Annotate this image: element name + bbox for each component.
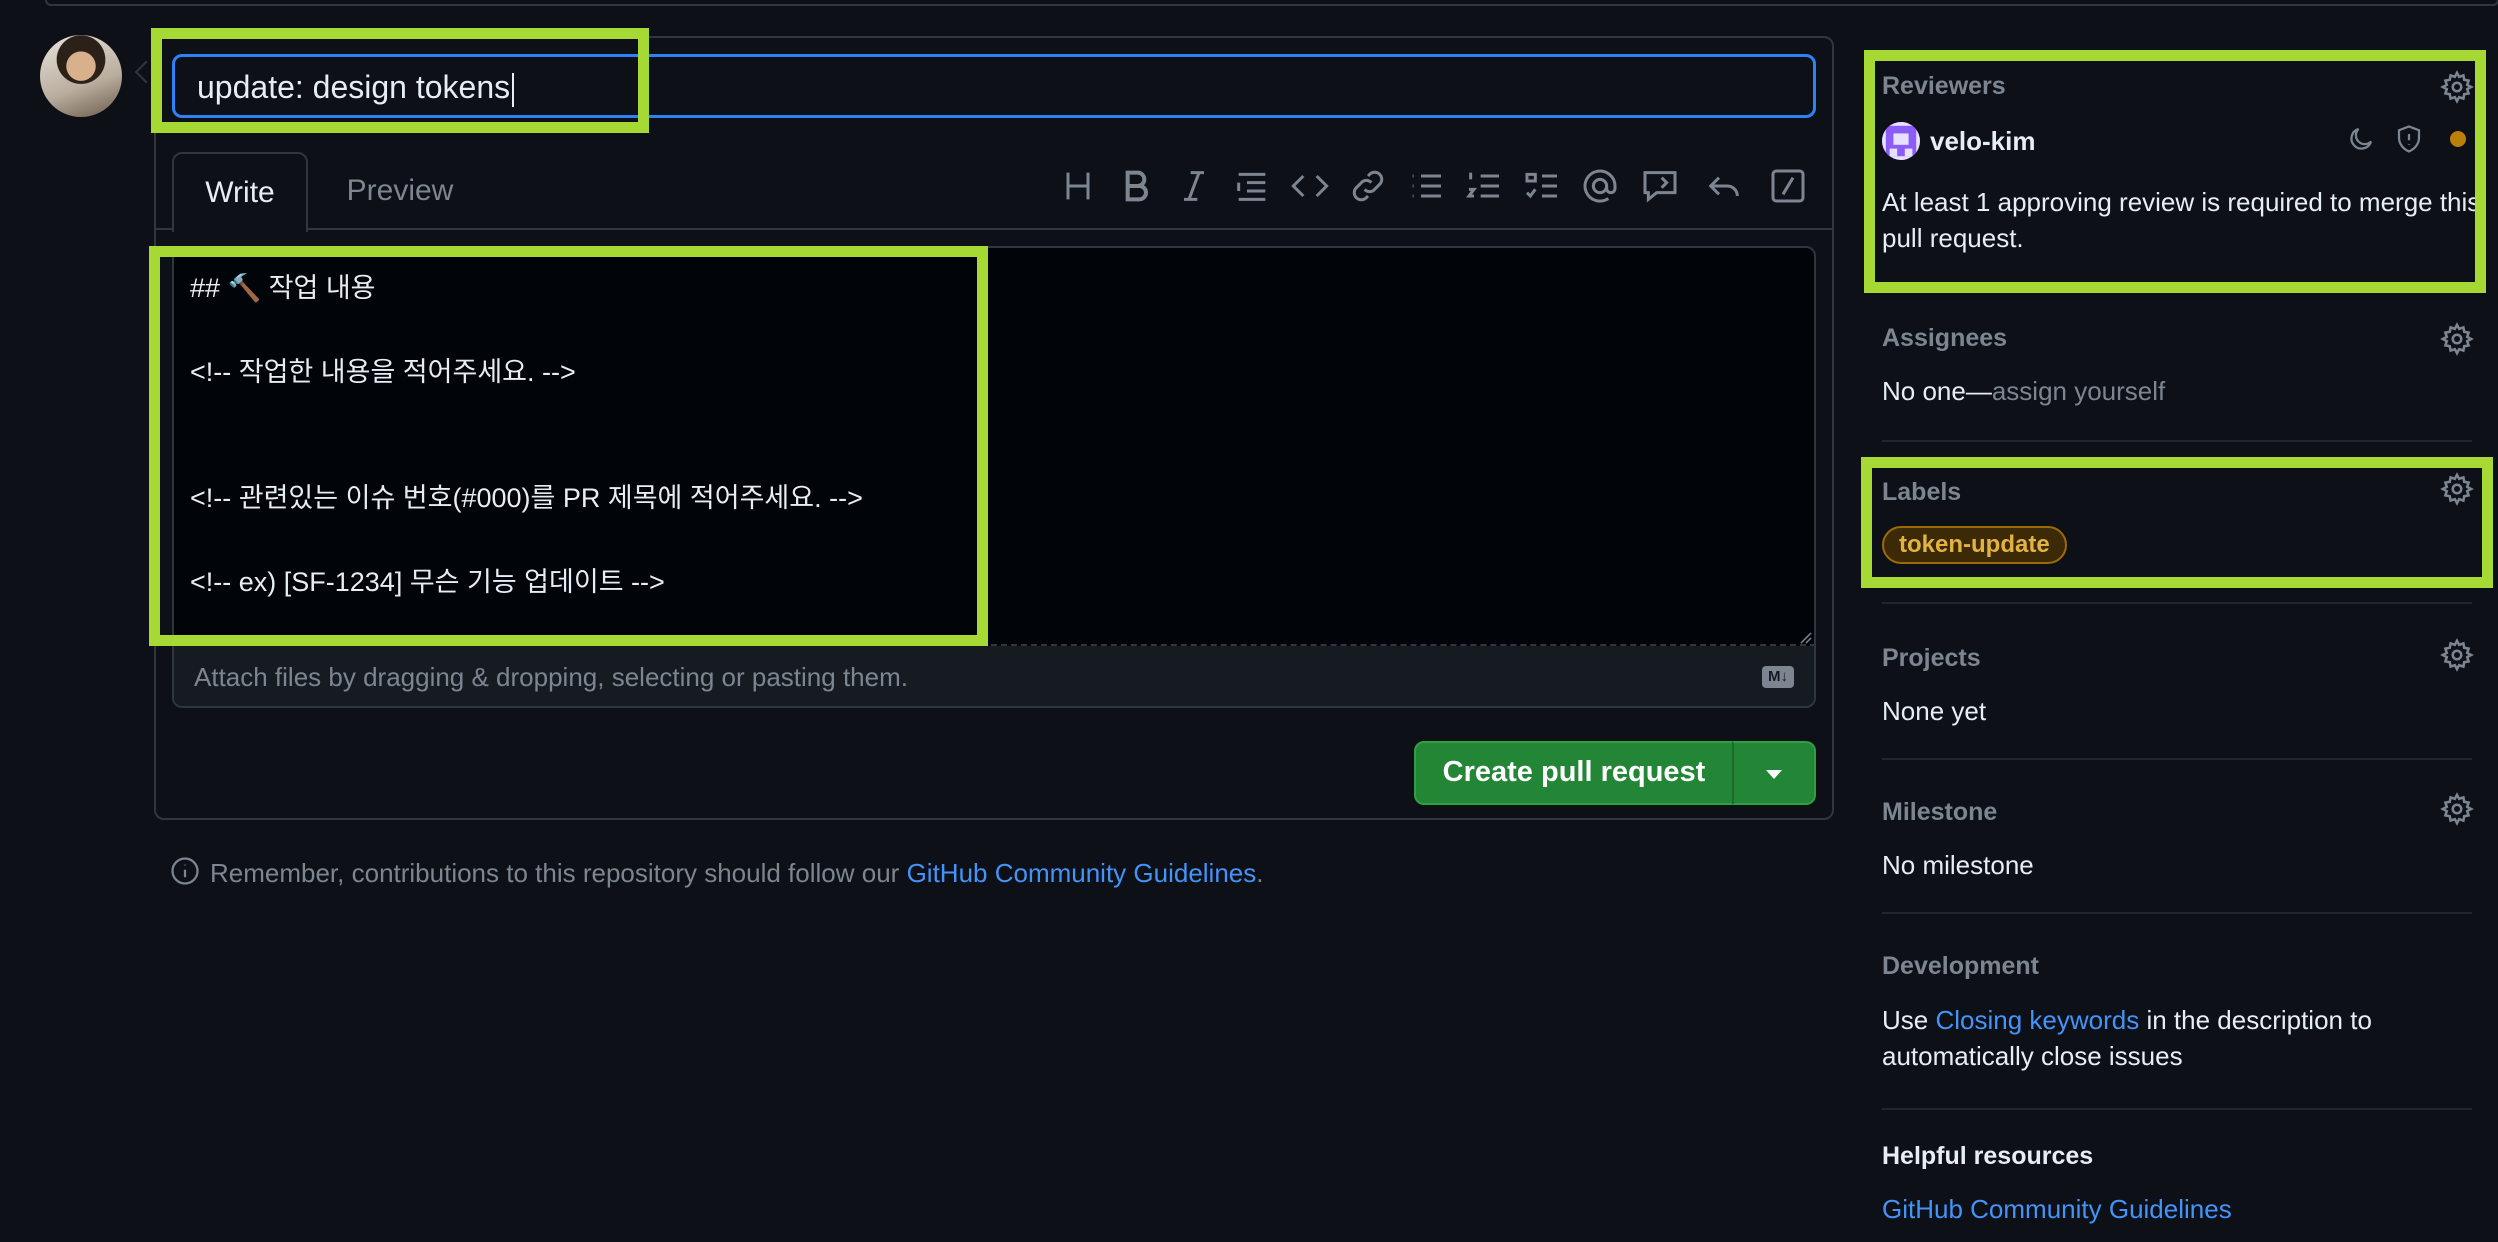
sidebar-divider — [1882, 758, 2472, 760]
create-pr-dropdown-button[interactable] — [1732, 741, 1816, 805]
reply-icon[interactable] — [1704, 166, 1748, 210]
moon-icon — [2346, 124, 2376, 154]
task-list-icon[interactable] — [1522, 166, 1566, 210]
tab-write[interactable]: Write — [172, 152, 308, 232]
assignees-heading[interactable]: Assignees — [1882, 324, 2007, 353]
create-pull-request-button[interactable]: Create pull request — [1414, 741, 1734, 805]
notice-period: . — [1256, 858, 1264, 888]
highlight-labels — [1861, 457, 2493, 588]
reference-icon[interactable] — [1640, 166, 1684, 210]
body-line: <!-- 관련있는 이슈 번호(#000)를 PR 제목에 적어주세요. --> — [190, 483, 863, 513]
previous-section-border — [45, 0, 2498, 6]
sidebar-divider — [1882, 1108, 2472, 1110]
assignees-gear-icon[interactable] — [2440, 322, 2474, 356]
sidebar-divider — [1882, 602, 2472, 604]
info-icon — [170, 856, 200, 886]
notice-text: Remember, contributions to this reposito… — [210, 858, 907, 888]
reviewers-requirement-note: At least 1 approving review is required … — [1882, 187, 2481, 253]
development-heading: Development — [1882, 952, 2039, 980]
contribution-notice: Remember, contributions to this reposito… — [210, 858, 1264, 889]
italic-icon[interactable] — [1174, 166, 1218, 210]
pending-review-dot — [2450, 131, 2466, 147]
heading-icon[interactable] — [1058, 166, 1102, 210]
helpful-guidelines-link[interactable]: GitHub Community Guidelines — [1882, 1194, 2232, 1225]
closing-keywords-link[interactable]: Closing keywords — [1935, 1005, 2139, 1035]
body-line: ## 🔨 작업 내용 — [190, 273, 376, 303]
pr-title-value[interactable]: update: design tokens — [197, 69, 510, 105]
quote-icon[interactable] — [1232, 166, 1276, 210]
projects-value: None yet — [1882, 696, 1987, 726]
development-suffix: in the description to — [2139, 1005, 2372, 1035]
user-avatar[interactable] — [40, 35, 122, 117]
markdown-icon[interactable]: M↓ — [1762, 666, 1794, 688]
assignees-none: No one— — [1882, 376, 1992, 406]
helpful-resources-heading: Helpful resources — [1882, 1142, 2094, 1170]
assignees-value: No one—assign yourself — [1882, 376, 2165, 407]
community-guidelines-link[interactable]: GitHub Community Guidelines — [907, 858, 1257, 888]
labels-heading[interactable]: Labels — [1882, 478, 1961, 507]
body-line: <!-- ex) [SF-1234] 무슨 기능 업데이트 --> — [190, 567, 665, 597]
sidebar-divider — [1882, 440, 2472, 442]
triangle-down-icon — [1766, 770, 1782, 779]
labels-gear-icon[interactable] — [2440, 472, 2474, 506]
label-token-update[interactable]: token-update — [1882, 526, 2067, 564]
resize-handle[interactable] — [1796, 628, 1812, 644]
link-icon[interactable] — [1348, 166, 1392, 210]
development-text: Use Closing keywords in the description … — [1882, 1002, 2482, 1074]
reviewer-name[interactable]: velo-kim — [1930, 126, 2036, 157]
mention-icon[interactable] — [1580, 166, 1624, 210]
sidebar-divider — [1882, 290, 2472, 292]
pr-title-input[interactable]: update: design tokens — [172, 54, 1816, 118]
reviewers-gear-icon[interactable] — [2440, 70, 2474, 104]
sidebar-divider — [1882, 912, 2472, 914]
numbered-list-icon[interactable] — [1464, 166, 1508, 210]
shield-icon — [2394, 124, 2424, 154]
development-prefix: Use — [1882, 1005, 1936, 1035]
text-cursor — [512, 72, 515, 107]
projects-heading[interactable]: Projects — [1882, 644, 1981, 673]
milestone-value: No milestone — [1882, 850, 2034, 880]
assign-yourself-link[interactable]: assign yourself — [1992, 376, 2165, 406]
reviewers-heading[interactable]: Reviewers — [1882, 72, 2006, 101]
reviewer-avatar[interactable] — [1882, 122, 1920, 160]
body-line: <!-- 작업한 내용을 적어주세요. --> — [190, 357, 576, 387]
milestone-gear-icon[interactable] — [2440, 792, 2474, 826]
attach-files-text: Attach files by dragging & dropping, sel… — [194, 662, 908, 692]
slash-command-icon[interactable] — [1768, 166, 1812, 210]
tab-preview[interactable]: Preview — [320, 152, 480, 232]
development-line2: automatically close issues — [1882, 1041, 2183, 1071]
bullet-list-icon[interactable] — [1406, 166, 1450, 210]
code-icon[interactable] — [1290, 166, 1334, 210]
bold-icon[interactable] — [1116, 166, 1160, 210]
milestone-heading[interactable]: Milestone — [1882, 798, 1997, 827]
projects-gear-icon[interactable] — [2440, 638, 2474, 672]
